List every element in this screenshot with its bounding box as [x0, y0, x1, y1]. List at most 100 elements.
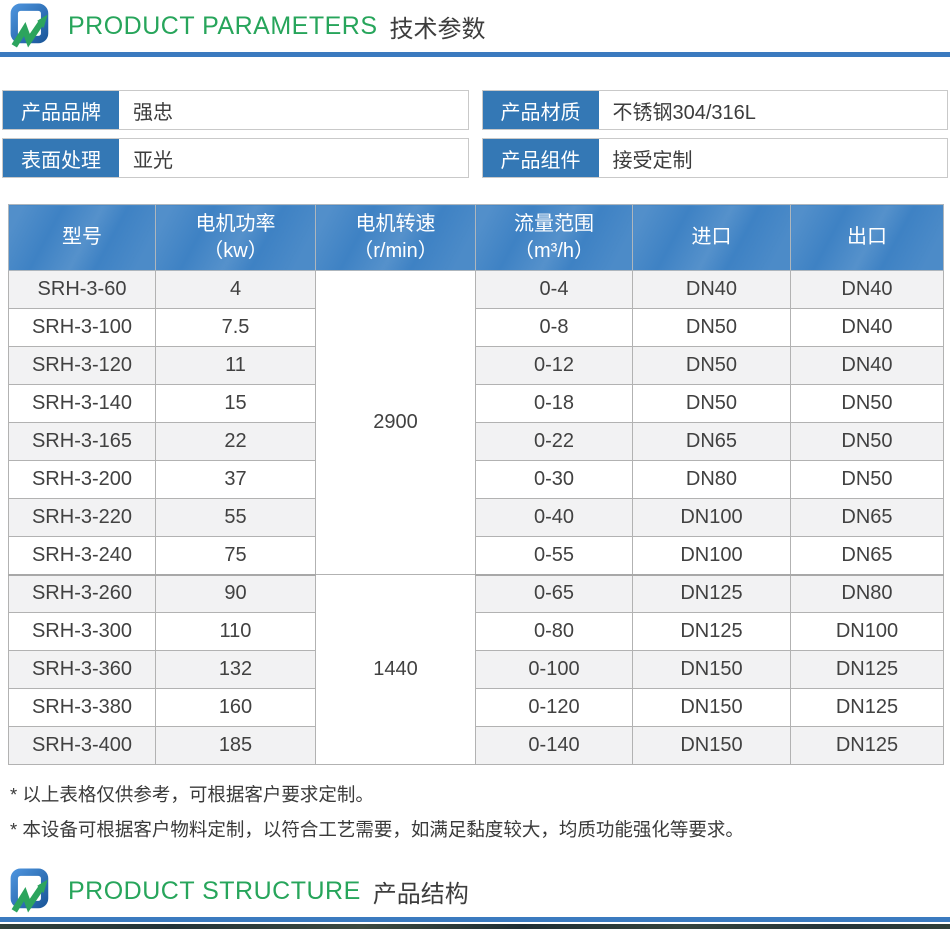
col-header-flow: 流量范围（m³/h）	[476, 205, 633, 271]
model-cell: SRH-3-165	[9, 423, 156, 461]
footnote: * 本设备可根据客户物料定制，以符合工艺需要，如满足黏度较大，均质功能强化等要求…	[10, 812, 950, 847]
outlet-cell: DN50	[791, 461, 944, 499]
model-cell: SRH-3-200	[9, 461, 156, 499]
table-row: SRH-3-140 15 0-18 DN50 DN50	[9, 385, 944, 423]
flow-cell: 0-55	[476, 537, 633, 575]
table-row: SRH-3-200 37 0-30 DN80 DN50	[9, 461, 944, 499]
model-cell: SRH-3-360	[9, 651, 156, 689]
flow-cell: 0-8	[476, 309, 633, 347]
info-value: 不锈钢304/316L	[599, 91, 948, 129]
power-cell: 37	[156, 461, 316, 499]
brand-logo-icon	[8, 3, 54, 49]
info-label: 产品品牌	[3, 91, 119, 129]
inlet-cell: DN50	[633, 309, 791, 347]
outlet-cell: DN40	[791, 271, 944, 309]
outlet-cell: DN50	[791, 385, 944, 423]
inlet-cell: DN50	[633, 385, 791, 423]
col-header-inlet: 进口	[633, 205, 791, 271]
col-header-model: 型号	[9, 205, 156, 271]
outlet-cell: DN125	[791, 651, 944, 689]
inlet-cell: DN150	[633, 651, 791, 689]
info-value: 亚光	[119, 139, 468, 177]
product-info-grid: 产品品牌 强忠 产品材质 不锈钢304/316L 表面处理 亚光 产品组件 接受…	[2, 90, 948, 178]
model-cell: SRH-3-120	[9, 347, 156, 385]
flow-cell: 0-4	[476, 271, 633, 309]
flow-cell: 0-40	[476, 499, 633, 537]
model-cell: SRH-3-100	[9, 309, 156, 347]
table-header-row: 型号 电机功率（kw） 电机转速（r/min） 流量范围（m³/h） 进口 出口	[9, 205, 944, 271]
flow-cell: 0-18	[476, 385, 633, 423]
outlet-cell: DN40	[791, 347, 944, 385]
speed-cell-1440: 1440	[316, 575, 476, 765]
outlet-cell: DN100	[791, 613, 944, 651]
inlet-cell: DN100	[633, 499, 791, 537]
inlet-cell: DN80	[633, 461, 791, 499]
info-value: 接受定制	[599, 139, 948, 177]
col-header-power: 电机功率（kw）	[156, 205, 316, 271]
flow-cell: 0-12	[476, 347, 633, 385]
flow-cell: 0-140	[476, 727, 633, 765]
outlet-cell: DN80	[791, 575, 944, 613]
section-header-structure: PRODUCT STRUCTURE 产品结构	[0, 865, 950, 909]
outlet-cell: DN50	[791, 423, 944, 461]
power-cell: 11	[156, 347, 316, 385]
outlet-cell: DN125	[791, 689, 944, 727]
outlet-cell: DN125	[791, 727, 944, 765]
power-cell: 22	[156, 423, 316, 461]
outlet-cell: DN40	[791, 309, 944, 347]
flow-cell: 0-65	[476, 575, 633, 613]
footnote: * 以上表格仅供参考，可根据客户要求定制。	[10, 777, 950, 812]
col-header-speed: 电机转速（r/min）	[316, 205, 476, 271]
power-cell: 75	[156, 537, 316, 575]
table-row: SRH-3-240 75 0-55 DN100 DN65	[9, 537, 944, 575]
brand-logo-icon	[8, 868, 54, 914]
model-cell: SRH-3-140	[9, 385, 156, 423]
table-row: SRH-3-165 22 0-22 DN65 DN50	[9, 423, 944, 461]
flow-cell: 0-100	[476, 651, 633, 689]
model-cell: SRH-3-400	[9, 727, 156, 765]
section-title-en: PRODUCT STRUCTURE	[68, 877, 361, 906]
inlet-cell: DN150	[633, 727, 791, 765]
model-cell: SRH-3-220	[9, 499, 156, 537]
footnotes: * 以上表格仅供参考，可根据客户要求定制。 * 本设备可根据客户物料定制，以符合…	[10, 777, 950, 847]
info-label: 产品组件	[483, 139, 599, 177]
inlet-cell: DN65	[633, 423, 791, 461]
table-row: SRH-3-220 55 0-40 DN100 DN65	[9, 499, 944, 537]
table-row: SRH-3-380 160 0-120 DN150 DN125	[9, 689, 944, 727]
info-box-material: 产品材质 不锈钢304/316L	[482, 90, 949, 130]
power-cell: 90	[156, 575, 316, 613]
power-cell: 110	[156, 613, 316, 651]
model-cell: SRH-3-240	[9, 537, 156, 575]
flow-cell: 0-80	[476, 613, 633, 651]
outlet-cell: DN65	[791, 499, 944, 537]
power-cell: 7.5	[156, 309, 316, 347]
table-row: SRH-3-300 110 0-80 DN125 DN100	[9, 613, 944, 651]
info-value: 强忠	[119, 91, 468, 129]
speed-cell-2900: 2900	[316, 271, 476, 575]
info-box-surface: 表面处理 亚光	[2, 138, 469, 178]
power-cell: 55	[156, 499, 316, 537]
flow-cell: 0-22	[476, 423, 633, 461]
inlet-cell: DN125	[633, 613, 791, 651]
power-cell: 132	[156, 651, 316, 689]
section-title-en: PRODUCT PARAMETERS	[68, 12, 378, 41]
power-cell: 160	[156, 689, 316, 727]
power-cell: 15	[156, 385, 316, 423]
cutoff-image-edge	[0, 924, 950, 929]
inlet-cell: DN50	[633, 347, 791, 385]
blue-divider-top	[0, 52, 950, 57]
outlet-cell: DN65	[791, 537, 944, 575]
inlet-cell: DN150	[633, 689, 791, 727]
model-cell: SRH-3-260	[9, 575, 156, 613]
info-label: 产品材质	[483, 91, 599, 129]
model-cell: SRH-3-60	[9, 271, 156, 309]
power-cell: 185	[156, 727, 316, 765]
spec-table: 型号 电机功率（kw） 电机转速（r/min） 流量范围（m³/h） 进口 出口…	[8, 204, 944, 765]
power-cell: 4	[156, 271, 316, 309]
section-header-parameters: PRODUCT PARAMETERS 技术参数	[0, 0, 950, 44]
table-row: SRH-3-260 90 1440 0-65 DN125 DN80	[9, 575, 944, 613]
info-label: 表面处理	[3, 139, 119, 177]
table-row: SRH-3-120 11 0-12 DN50 DN40	[9, 347, 944, 385]
section-title-zh: 技术参数	[390, 9, 486, 44]
table-row: SRH-3-100 7.5 0-8 DN50 DN40	[9, 309, 944, 347]
